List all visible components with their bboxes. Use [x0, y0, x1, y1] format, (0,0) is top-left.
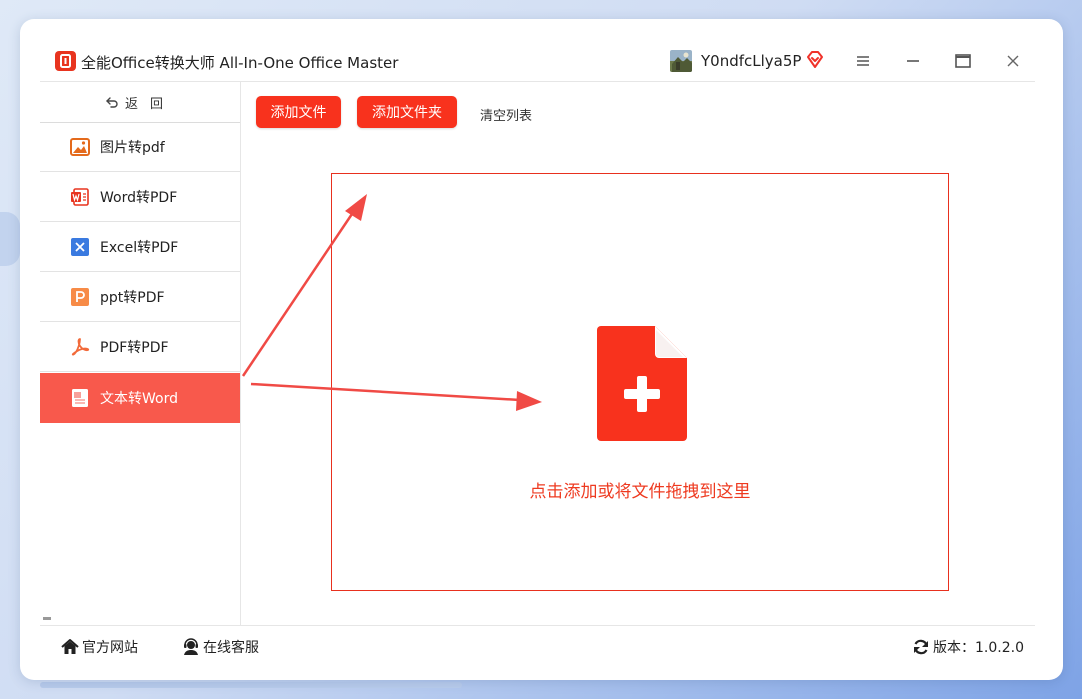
image-icon	[70, 138, 90, 156]
sidebar: 返回 图片转pdf Word转PDF Excel转PDF ppt转PDF PDF…	[40, 82, 241, 625]
avatar[interactable]	[670, 50, 692, 72]
drop-zone[interactable]: 点击添加或将文件拖拽到这里	[331, 173, 949, 591]
sidebar-item-label: Word转PDF	[100, 190, 178, 206]
clear-list-button[interactable]: 清空列表	[480, 105, 532, 124]
close-icon[interactable]	[1002, 50, 1024, 72]
back-label: 返回	[124, 96, 175, 112]
back-button[interactable]: 返回	[40, 82, 240, 122]
menu-icon[interactable]	[852, 50, 874, 72]
support-agent-icon	[184, 638, 198, 655]
version-info: 版本：1.0.2.0	[912, 637, 1024, 657]
sidebar-item-label: Excel转PDF	[100, 240, 179, 256]
excel-icon	[71, 238, 89, 256]
sidebar-item-ppt-to-pdf[interactable]: ppt转PDF	[40, 273, 240, 322]
drop-hint-text: 点击添加或将文件拖拽到这里	[529, 482, 751, 502]
app-logo-icon	[55, 51, 76, 71]
sidebar-item-label: 图片转pdf	[100, 140, 165, 156]
official-website-link[interactable]: 官方网站	[61, 637, 138, 657]
sidebar-item-pdf-to-pdf[interactable]: PDF转PDF	[40, 323, 240, 372]
sidebar-item-label: 文本转Word	[100, 391, 178, 407]
official-website-label: 官方网站	[82, 640, 138, 656]
refresh-icon	[914, 639, 928, 655]
sidebar-item-image-to-pdf[interactable]: 图片转pdf	[40, 123, 240, 172]
sidebar-item-label: PDF转PDF	[100, 340, 169, 356]
sidebar-item-text-to-word[interactable]: 文本转Word	[40, 373, 240, 423]
scroll-indicator[interactable]	[43, 617, 51, 620]
background-decoration	[0, 212, 20, 266]
maximize-icon[interactable]	[952, 50, 974, 72]
add-folder-button[interactable]: 添加文件夹	[357, 96, 457, 128]
status-bar: 官方网站 在线客服 版本：1.0.2.0	[40, 625, 1035, 670]
online-support-link[interactable]: 在线客服	[182, 637, 259, 657]
sidebar-item-label: ppt转PDF	[100, 290, 165, 306]
home-icon	[61, 639, 79, 654]
app-window: 全能Office转换大师 All-In-One Office Master Y0…	[20, 19, 1063, 680]
sidebar-item-word-to-pdf[interactable]: Word转PDF	[40, 173, 240, 222]
version-label: 版本：1.0.2.0	[933, 640, 1024, 656]
title-bar: 全能Office转换大师 All-In-One Office Master Y0…	[20, 19, 1063, 82]
online-support-label: 在线客服	[203, 640, 259, 656]
text-doc-icon	[72, 389, 88, 407]
add-file-button[interactable]: 添加文件	[256, 96, 341, 128]
sidebar-item-excel-to-pdf[interactable]: Excel转PDF	[40, 223, 240, 272]
back-arrow-icon	[106, 97, 118, 108]
vip-diamond-icon[interactable]	[805, 50, 825, 70]
app-title: 全能Office转换大师 All-In-One Office Master	[81, 54, 399, 72]
username[interactable]: Y0ndfcLlya5P	[701, 52, 801, 70]
background-decoration	[40, 682, 462, 688]
add-file-icon[interactable]	[597, 326, 687, 441]
word-icon	[71, 188, 89, 206]
minimize-icon[interactable]	[902, 50, 924, 72]
ppt-icon	[71, 288, 89, 306]
pdf-icon	[71, 338, 90, 356]
